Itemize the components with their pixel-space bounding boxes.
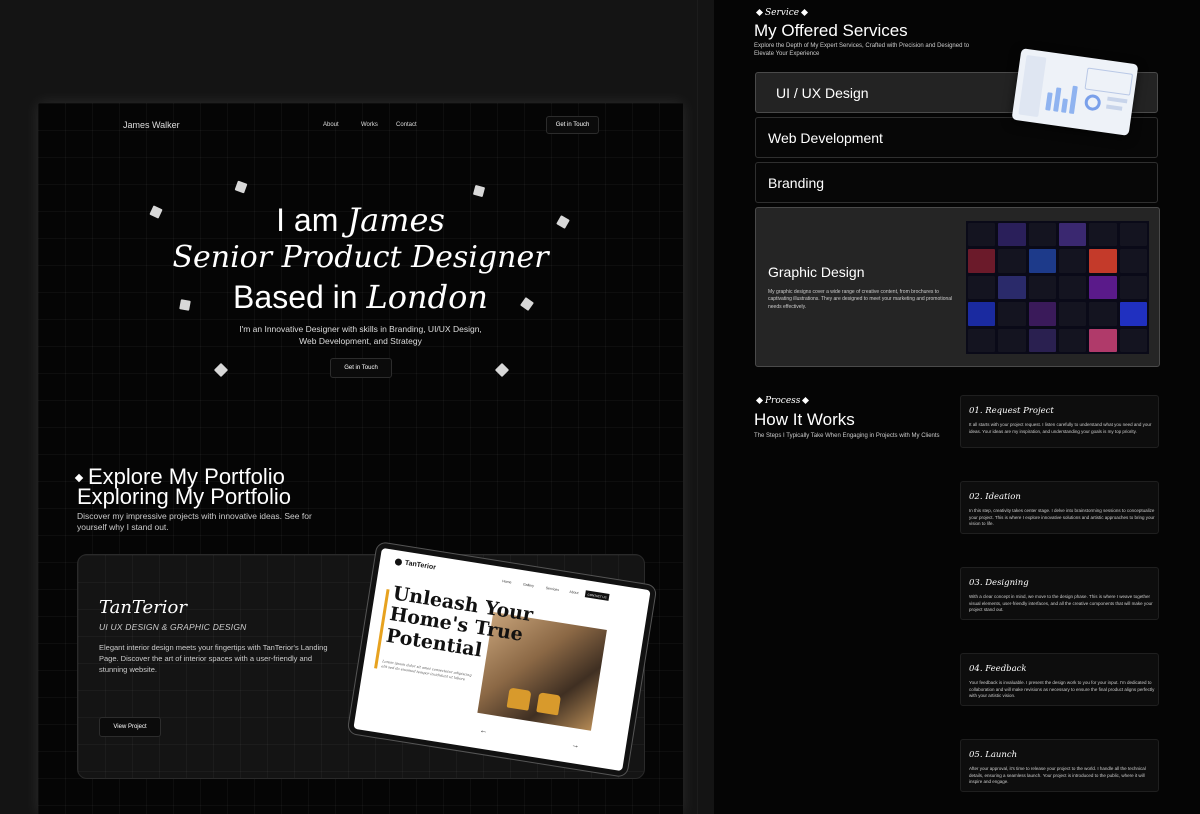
step-title: 05. Launch xyxy=(969,750,1018,760)
nav-works[interactable]: Works xyxy=(361,122,378,128)
logo-mark-icon xyxy=(394,558,403,567)
view-project-button[interactable]: View Project xyxy=(99,717,161,737)
project-category: UI UX DESIGN & GRAPHIC DESIGN xyxy=(99,622,247,632)
dashboard-sidebar xyxy=(1018,54,1047,118)
process-step-5: 05. Launch After your approval, it's tim… xyxy=(960,739,1159,792)
service-graphic-design-expanded[interactable]: Graphic Design My graphic designs cover … xyxy=(755,207,1160,367)
portfolio-title: Exploring My Portfolio xyxy=(77,484,291,509)
hero-line-1: I am James xyxy=(276,201,445,239)
diamond-icon xyxy=(801,8,809,17)
process-title: How It Works xyxy=(754,410,855,429)
step-title: 01. Request Project xyxy=(969,406,1054,416)
hero-get-in-touch-button[interactable]: Get in Touch xyxy=(330,358,392,378)
process-subtitle: The Steps I Typically Take When Engaging… xyxy=(754,433,940,439)
mockup-nav-services: Services xyxy=(545,585,560,593)
service-eyebrow: Service xyxy=(754,8,810,18)
graphic-design-description: My graphic designs cover a wide range of… xyxy=(768,289,953,310)
dashboard-donut xyxy=(1083,93,1102,112)
arrow-right-icon: → xyxy=(570,739,581,751)
mockup-nav-about: About xyxy=(569,589,579,596)
arrow-left-icon: ← xyxy=(479,725,489,736)
dashboard-line xyxy=(1106,104,1123,111)
step-description: With a clear concept in mind, we move to… xyxy=(969,594,1153,613)
graphic-design-preview-image xyxy=(966,221,1149,354)
process-step-1: 01. Request Project It all starts with y… xyxy=(960,395,1159,448)
step-title: 02. Ideation xyxy=(969,492,1021,502)
services-title: My Offered Services xyxy=(754,21,908,40)
dashboard-chart xyxy=(1084,67,1134,96)
nav-contact[interactable]: Contact xyxy=(396,122,417,128)
process-eyebrow: Process xyxy=(754,396,811,406)
nav-about[interactable]: About xyxy=(323,122,339,128)
page-divider xyxy=(697,0,698,814)
step-title: 04. Feedback xyxy=(969,664,1027,674)
mockup-headline: Unleash Your Home's True Potential xyxy=(384,582,535,662)
chair-image xyxy=(536,692,562,716)
step-description: In this step, creativity takes center st… xyxy=(969,508,1155,527)
nav-get-in-touch-button[interactable]: Get in Touch xyxy=(546,116,599,134)
diamond-icon xyxy=(755,396,764,405)
dashboard-bar xyxy=(1068,85,1078,115)
step-description: Your feedback is invaluable. I present t… xyxy=(969,680,1155,699)
hero-description: I'm an Innovative Designer with skills i… xyxy=(239,324,482,347)
process-step-2: 02. Ideation In this step, creativity ta… xyxy=(960,481,1159,534)
step-title: 03. Designing xyxy=(969,578,1029,588)
graphic-design-title: Graphic Design xyxy=(768,264,865,280)
hero-line-3: Based in London xyxy=(233,278,488,316)
diamond-icon xyxy=(802,396,810,405)
chair-image xyxy=(506,687,532,711)
dashboard-line xyxy=(1107,96,1128,104)
mockup-body-text: Lorem ipsum dolor sit amet consectetur a… xyxy=(381,659,472,682)
mockup-nav-gallery: Gallery xyxy=(522,582,535,589)
project-name: TanTerior xyxy=(99,597,187,618)
step-description: It all starts with your project request.… xyxy=(969,422,1152,434)
mockup-logo: TanTerior xyxy=(394,558,436,571)
portfolio-subtitle: Discover my impressive projects with inn… xyxy=(77,511,312,533)
process-step-3: 03. Designing With a clear concept in mi… xyxy=(960,567,1159,620)
dashboard-bar xyxy=(1053,87,1062,112)
hero-line-2: Senior Product Designer xyxy=(172,240,549,275)
process-step-4: 04. Feedback Your feedback is invaluable… xyxy=(960,653,1159,706)
service-branding[interactable]: Branding xyxy=(755,162,1158,203)
step-description: After your approval, it's time to releas… xyxy=(969,766,1146,785)
brand-logo[interactable]: James Walker xyxy=(123,120,180,130)
project-description: Elegant interior design meets your finge… xyxy=(99,643,328,674)
mockup-nav-home: Home xyxy=(501,579,512,585)
diamond-icon xyxy=(74,473,84,483)
dashboard-bar xyxy=(1045,92,1053,111)
mockup-contact-button: CONTACT US xyxy=(584,590,610,601)
dashboard-bar xyxy=(1061,98,1068,113)
services-subtitle: Explore the Depth of My Expert Services,… xyxy=(754,43,970,58)
diamond-icon xyxy=(755,8,764,17)
